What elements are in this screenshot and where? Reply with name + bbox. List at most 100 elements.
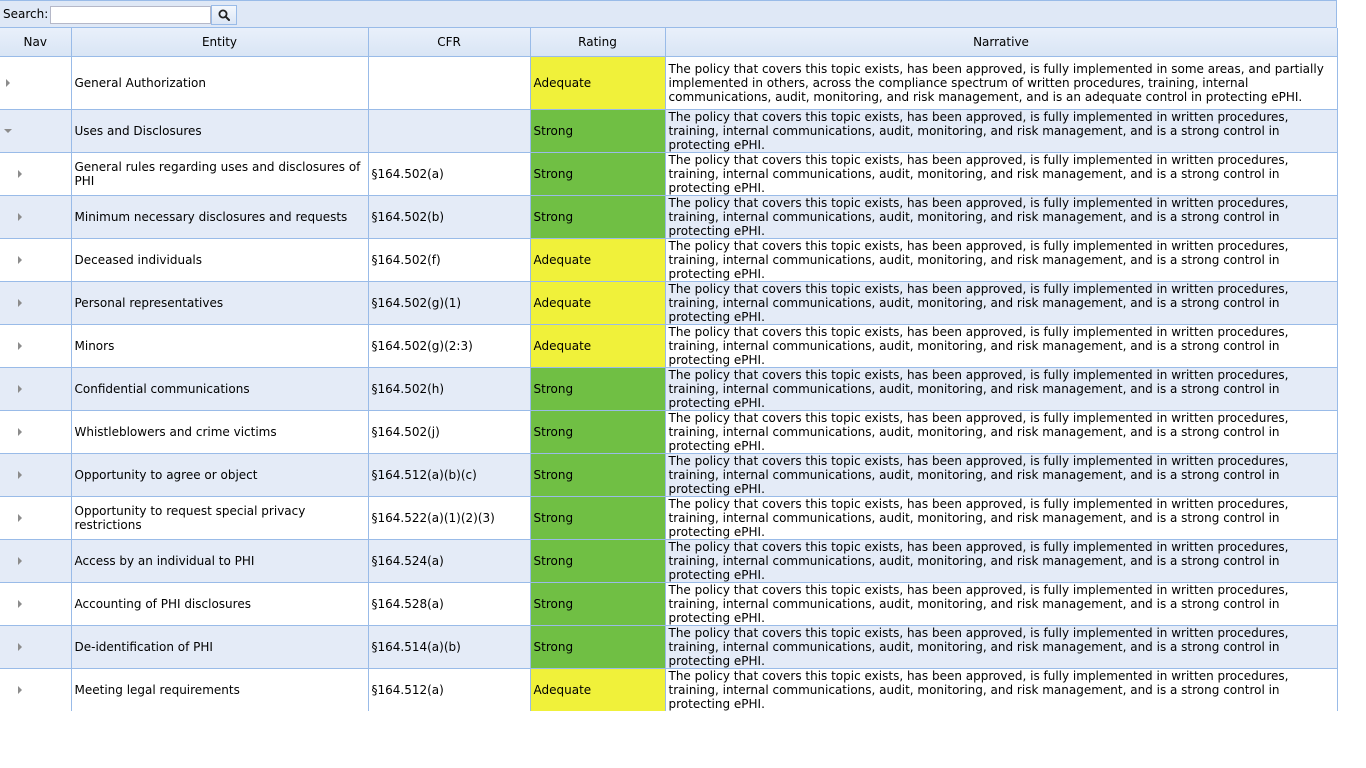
column-header-entity[interactable]: Entity — [71, 28, 369, 57]
nav-cell — [0, 109, 72, 153]
expand-arrow-icon[interactable] — [18, 255, 22, 264]
cfr-cell: §164.528(a) — [368, 582, 531, 626]
narrative-cell: The policy that covers this topic exists… — [665, 281, 1338, 325]
rating-cell: Strong — [530, 109, 666, 153]
policy-grid-panel: Search: Nav Entity CFR Rating Narrative … — [0, 0, 1338, 711]
narrative-cell: The policy that covers this topic exists… — [665, 625, 1338, 669]
expand-arrow-icon[interactable] — [18, 685, 22, 694]
expand-arrow-icon[interactable] — [18, 298, 22, 307]
narrative-cell: The policy that covers this topic exists… — [665, 496, 1338, 540]
cfr-cell: §164.502(g)(1) — [368, 281, 531, 325]
narrative-cell: The policy that covers this topic exists… — [665, 324, 1338, 368]
cfr-cell: §164.512(a)(b)(c) — [368, 453, 531, 497]
entity-cell: Opportunity to request special privacy r… — [71, 496, 369, 540]
table-row[interactable]: Deceased individuals §164.502(f) Adequate T… — [0, 238, 1338, 282]
cfr-cell — [368, 109, 531, 153]
rating-cell: Strong — [530, 367, 666, 411]
collapse-arrow-icon[interactable] — [4, 128, 12, 133]
search-toolbar: Search: — [0, 0, 1337, 28]
cfr-cell: §164.514(a)(b) — [368, 625, 531, 669]
table-row[interactable]: Opportunity to request special privacy r… — [0, 496, 1338, 540]
narrative-cell: The policy that covers this topic exists… — [665, 453, 1338, 497]
expand-arrow-icon[interactable] — [18, 470, 22, 479]
nav-cell — [0, 625, 72, 669]
entity-cell: Opportunity to agree or object — [71, 453, 369, 497]
cfr-cell: §164.512(a) — [368, 668, 531, 711]
column-header-rating[interactable]: Rating — [530, 28, 666, 57]
nav-cell — [0, 582, 72, 626]
expand-arrow-icon[interactable] — [18, 427, 22, 436]
rating-cell: Adequate — [530, 238, 666, 282]
column-header-cfr[interactable]: CFR — [368, 28, 531, 57]
column-header-narrative[interactable]: Narrative — [665, 28, 1338, 57]
column-header-nav[interactable]: Nav — [0, 28, 72, 57]
narrative-cell: The policy that covers this topic exists… — [665, 582, 1338, 626]
rating-cell: Strong — [530, 410, 666, 454]
nav-cell — [0, 367, 72, 411]
rating-cell: Strong — [530, 453, 666, 497]
search-button[interactable] — [211, 5, 237, 25]
expand-arrow-icon[interactable] — [18, 169, 22, 178]
table-row[interactable]: General rules regarding uses and disclos… — [0, 152, 1338, 196]
nav-cell — [0, 668, 72, 711]
cfr-cell: §164.502(a) — [368, 152, 531, 196]
nav-cell — [0, 539, 72, 583]
table-row[interactable]: Meeting legal requirements §164.512(a) Ade… — [0, 668, 1338, 711]
cfr-cell: §164.502(h) — [368, 367, 531, 411]
entity-cell: Minors — [71, 324, 369, 368]
nav-cell — [0, 238, 72, 282]
entity-cell: Deceased individuals — [71, 238, 369, 282]
nav-cell — [0, 324, 72, 368]
expand-arrow-icon[interactable] — [18, 513, 22, 522]
narrative-cell: The policy that covers this topic exists… — [665, 56, 1338, 110]
cfr-cell: §164.502(j) — [368, 410, 531, 454]
table-row[interactable]: Minimum necessary disclosures and reques… — [0, 195, 1338, 239]
search-icon — [218, 9, 230, 21]
table-row[interactable]: Opportunity to agree or object §164.512(a… — [0, 453, 1338, 497]
expand-arrow-icon[interactable] — [18, 341, 22, 350]
table-row[interactable]: De-identification of PHI §164.514(a)(b) St… — [0, 625, 1338, 669]
cfr-cell: §164.524(a) — [368, 539, 531, 583]
table-row[interactable]: Access by an individual to PHI §164.524(a… — [0, 539, 1338, 583]
entity-cell: Uses and Disclosures — [71, 109, 369, 153]
table-row[interactable]: Whistleblowers and crime victims §164.502… — [0, 410, 1338, 454]
expand-arrow-icon[interactable] — [18, 599, 22, 608]
nav-cell — [0, 410, 72, 454]
table-row[interactable]: Minors §164.502(g)(2:3) Adequate The policy… — [0, 324, 1338, 368]
entity-cell: Access by an individual to PHI — [71, 539, 369, 583]
expand-arrow-icon[interactable] — [18, 556, 22, 565]
table-row[interactable]: General Authorization Adequate The policy … — [0, 56, 1338, 110]
nav-cell — [0, 281, 72, 325]
nav-cell — [0, 496, 72, 540]
narrative-cell: The policy that covers this topic exists… — [665, 109, 1338, 153]
cfr-cell: §164.502(f) — [368, 238, 531, 282]
rating-cell: Adequate — [530, 281, 666, 325]
expand-arrow-icon[interactable] — [18, 384, 22, 393]
entity-cell: Minimum necessary disclosures and reques… — [71, 195, 369, 239]
table-row[interactable]: Confidential communications §164.502(h) St… — [0, 367, 1338, 411]
rating-cell: Strong — [530, 195, 666, 239]
rating-cell: Adequate — [530, 668, 666, 711]
cfr-cell: §164.522(a)(1)(2)(3) — [368, 496, 531, 540]
entity-cell: General rules regarding uses and disclos… — [71, 152, 369, 196]
narrative-cell: The policy that covers this topic exists… — [665, 367, 1338, 411]
nav-cell — [0, 152, 72, 196]
expand-arrow-icon[interactable] — [6, 78, 10, 87]
nav-cell — [0, 453, 72, 497]
grid-body: General Authorization Adequate The policy … — [0, 56, 1338, 711]
rating-cell: Strong — [530, 625, 666, 669]
entity-cell: Accounting of PHI disclosures — [71, 582, 369, 626]
narrative-cell: The policy that covers this topic exists… — [665, 668, 1338, 711]
table-row[interactable]: Accounting of PHI disclosures §164.528(a)… — [0, 582, 1338, 626]
expand-arrow-icon[interactable] — [18, 642, 22, 651]
narrative-cell: The policy that covers this topic exists… — [665, 195, 1338, 239]
nav-cell — [0, 56, 72, 110]
search-input[interactable] — [50, 6, 211, 24]
rating-cell: Strong — [530, 496, 666, 540]
table-row[interactable]: Personal representatives §164.502(g)(1) Ad… — [0, 281, 1338, 325]
entity-cell: Meeting legal requirements — [71, 668, 369, 711]
table-row[interactable]: Uses and Disclosures Strong The policy tha… — [0, 109, 1338, 153]
grid-header-row: Nav Entity CFR Rating Narrative — [0, 28, 1338, 57]
expand-arrow-icon[interactable] — [18, 212, 22, 221]
cfr-cell — [368, 56, 531, 110]
